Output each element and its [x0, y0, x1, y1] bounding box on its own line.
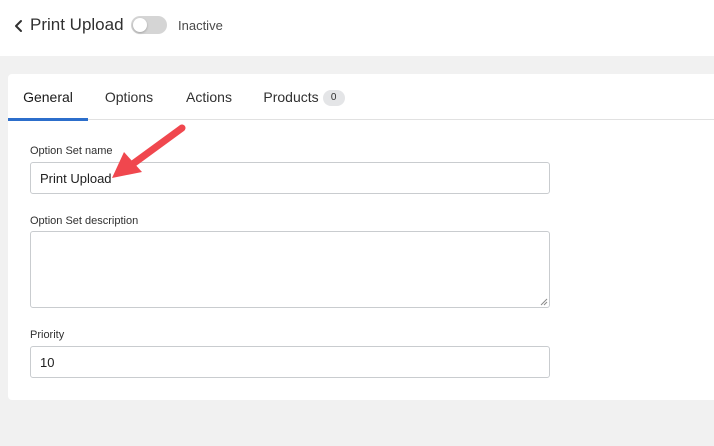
status-text: Inactive [178, 18, 223, 33]
tab-actions-label: Actions [186, 89, 232, 105]
tab-bar: General Options Actions Products 0 [8, 74, 714, 121]
priority-label: Priority [30, 329, 65, 341]
resize-handle-icon[interactable] [538, 296, 548, 306]
toggle-knob [133, 18, 147, 32]
tab-options-label: Options [104, 89, 154, 105]
page-title: Print Upload [30, 15, 124, 34]
tab-actions[interactable]: Actions [174, 74, 244, 120]
tab-products[interactable]: Products 0 [254, 74, 354, 120]
priority-input[interactable] [30, 346, 550, 378]
option-set-description-textarea[interactable] [30, 231, 550, 308]
tab-general[interactable]: General [8, 74, 88, 121]
tab-general-label: General [23, 89, 73, 105]
tab-options[interactable]: Options [94, 74, 164, 120]
tab-products-label: Products [263, 89, 319, 105]
chevron-left-icon [15, 20, 22, 32]
option-set-name-label: Option Set name [30, 145, 113, 157]
active-toggle[interactable] [131, 16, 167, 34]
back-button[interactable] [10, 14, 28, 38]
option-set-card: General Options Actions Products 0 Option… [8, 74, 714, 400]
top-bar: Print Upload Inactive [0, 0, 714, 56]
products-count-badge: 0 [322, 90, 345, 107]
option-set-name-input[interactable] [30, 162, 550, 194]
option-set-description-label: Option Set description [30, 215, 139, 227]
